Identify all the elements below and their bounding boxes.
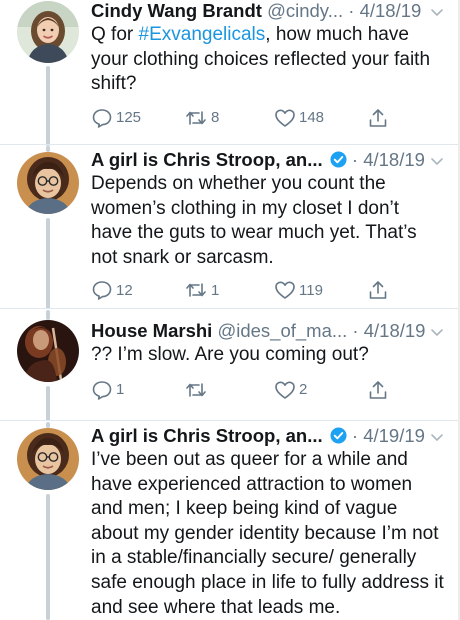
like-button[interactable]: 148: [274, 105, 324, 131]
chevron-down-icon[interactable]: [430, 426, 444, 450]
tweet-body: Cindy Wang Brandt @cindy... · 4/18/19 Q …: [91, 0, 444, 131]
share-button[interactable]: [367, 377, 389, 403]
separator-dot: ·: [343, 0, 360, 21]
avatar[interactable]: [17, 152, 79, 214]
verified-badge-icon: [330, 426, 347, 450]
reply-icon: [91, 279, 113, 301]
reply-count: 12: [116, 281, 133, 299]
thread-connector-line: [46, 494, 50, 620]
tweet-text-part: Q for: [91, 24, 139, 45]
heart-icon: [274, 379, 296, 401]
retweet-count: 8: [211, 109, 220, 127]
retweet-button[interactable]: 8: [184, 105, 219, 131]
reply-button[interactable]: 12: [91, 277, 133, 303]
tweet-date[interactable]: 4/19/19: [363, 425, 425, 446]
retweet-icon: [184, 379, 208, 401]
avatar[interactable]: [17, 1, 79, 63]
separator-dot: ·: [346, 149, 364, 170]
separator-dot: ·: [346, 425, 364, 446]
tweet-body: House Marshi @ides_of_ma... · 4/18/19 ??…: [91, 319, 444, 403]
thread-connector-line: [46, 218, 50, 309]
tweet-3[interactable]: House Marshi @ides_of_ma... · 4/18/19 ??…: [0, 310, 460, 421]
chevron-down-icon[interactable]: [430, 321, 444, 345]
tweet-text: Depends on whether you count the women’s…: [91, 173, 417, 268]
avatar[interactable]: [17, 320, 79, 382]
author-name[interactable]: A girl is Chris Stroop, an...: [91, 425, 323, 446]
thread-connector-line: [46, 310, 50, 320]
reply-button[interactable]: 125: [91, 105, 141, 131]
reply-count: 125: [116, 109, 142, 127]
tweet-header: Cindy Wang Brandt @cindy... · 4/18/19: [91, 0, 444, 23]
heart-icon: [274, 107, 296, 129]
tweet-actions: 12 1 119: [91, 277, 444, 303]
retweet-count: 1: [211, 281, 220, 299]
author-name[interactable]: A girl is Chris Stroop, an...: [91, 149, 323, 170]
author-handle[interactable]: @cindy...: [267, 0, 343, 21]
share-icon: [367, 107, 389, 129]
thread-connector-line: [46, 386, 50, 421]
tweet-body: A girl is Chris Stroop, an... · 4/18/19 …: [91, 148, 444, 303]
reply-count: 1: [116, 381, 125, 399]
share-icon: [367, 379, 389, 401]
tweet-text: I’ve been out as queer for a while and h…: [91, 449, 444, 618]
author-name[interactable]: House Marshi: [91, 320, 212, 341]
tweet-header: A girl is Chris Stroop, an... · 4/18/19: [91, 148, 444, 172]
hashtag-link[interactable]: #Exvangelicals: [139, 24, 266, 45]
tweet-divider: [0, 308, 460, 309]
share-button[interactable]: [367, 277, 389, 303]
tweet-thread: Cindy Wang Brandt @cindy... · 4/18/19 Q …: [0, 0, 460, 620]
thread-connector-line: [46, 66, 50, 146]
tweet-header: A girl is Chris Stroop, an... · 4/19/19: [91, 424, 444, 448]
tweet-date[interactable]: 4/18/19: [364, 320, 426, 341]
retweet-icon: [184, 107, 208, 129]
tweet-actions: 125 8 148: [91, 105, 444, 131]
tweet-header: House Marshi @ides_of_ma... · 4/18/19: [91, 319, 444, 343]
chevron-down-icon[interactable]: [430, 150, 444, 174]
reply-icon: [91, 379, 113, 401]
like-count: 2: [299, 381, 308, 399]
tweet-divider: [0, 420, 460, 421]
tweet-actions: 1 2: [91, 377, 444, 403]
tweet-text: Q for #Exvangelicals, how much have your…: [91, 23, 444, 97]
tweet-date[interactable]: 4/18/19: [360, 0, 422, 21]
like-button[interactable]: 119: [274, 277, 323, 303]
like-count: 119: [299, 281, 323, 299]
retweet-button[interactable]: [184, 377, 211, 403]
tweet-4[interactable]: A girl is Chris Stroop, an... · 4/19/19 …: [0, 422, 460, 620]
chevron-down-icon[interactable]: [430, 1, 444, 25]
tweet-date[interactable]: 4/18/19: [363, 149, 425, 170]
verified-badge-icon: [330, 150, 347, 174]
heart-icon: [274, 279, 296, 301]
share-button[interactable]: [367, 105, 389, 131]
share-icon: [367, 279, 389, 301]
like-button[interactable]: 2: [274, 377, 307, 403]
reply-button[interactable]: 1: [91, 377, 124, 403]
author-handle[interactable]: @ides_of_ma...: [217, 320, 347, 341]
reply-icon: [91, 107, 113, 129]
like-count: 148: [299, 109, 325, 127]
separator-dot: ·: [347, 320, 364, 341]
author-name[interactable]: Cindy Wang Brandt: [91, 0, 262, 21]
tweet-1[interactable]: Cindy Wang Brandt @cindy... · 4/18/19 Q …: [0, 0, 460, 146]
tweet-2[interactable]: A girl is Chris Stroop, an... · 4/18/19 …: [0, 146, 460, 309]
avatar[interactable]: [17, 428, 79, 490]
tweet-body: A girl is Chris Stroop, an... · 4/19/19 …: [91, 424, 444, 620]
retweet-icon: [184, 279, 208, 301]
tweet-text: ?? I’m slow. Are you coming out?: [91, 344, 369, 365]
retweet-button[interactable]: 1: [184, 277, 219, 303]
tweet-divider: [0, 144, 460, 145]
